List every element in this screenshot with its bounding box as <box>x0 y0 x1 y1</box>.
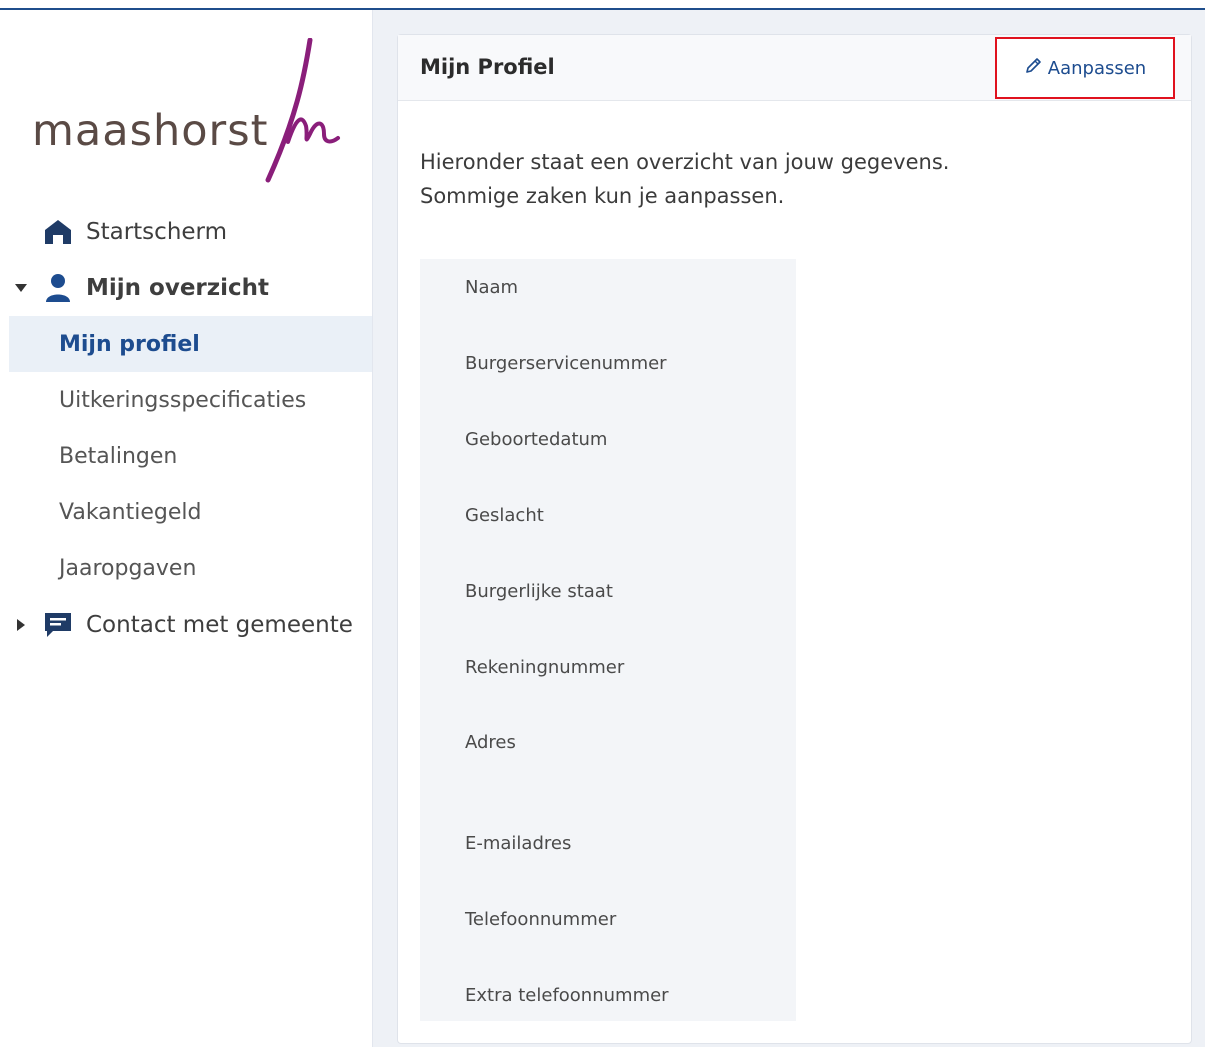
profile-card: Mijn Profiel Aanpassen Hieronder staat e… <box>397 34 1192 1044</box>
sidebar-item-label: Contact met gemeente <box>86 612 353 638</box>
maashorst-logo[interactable]: maashorst <box>32 38 352 188</box>
sidebar-item-vakantiegeld[interactable]: Vakantiegeld <box>9 484 372 540</box>
chat-icon <box>43 610 73 640</box>
field-label-geboortedatum: Geboortedatum <box>465 429 608 450</box>
edit-button-label: Aanpassen <box>1047 57 1147 79</box>
sidebar-item-label: Uitkeringsspecificaties <box>59 387 307 413</box>
sidebar-item-label: Jaaropgaven <box>59 555 197 581</box>
sidebar-item-startscherm[interactable]: Startscherm <box>0 204 372 260</box>
field-label-extra-telefoonnummer: Extra telefoonnummer <box>465 985 669 1006</box>
sidebar-item-uitkeringsspecificaties[interactable]: Uitkeringsspecificaties <box>9 372 372 428</box>
field-label-adres: Adres <box>465 732 516 753</box>
sidebar-item-contact-met-gemeente[interactable]: Contact met gemeente <box>0 597 372 653</box>
sidebar: maashorst Startscherm Mijn overzicht Mij… <box>0 10 372 1047</box>
sidebar-item-betalingen[interactable]: Betalingen <box>9 428 372 484</box>
field-label-telefoonnummer: Telefoonnummer <box>465 909 617 930</box>
field-label-burgerlijke-staat: Burgerlijke staat <box>465 581 613 602</box>
field-label-burgerservicenummer: Burgerservicenummer <box>465 353 667 374</box>
sidebar-item-label: Mijn overzicht <box>86 275 270 301</box>
sidebar-item-label: Vakantiegeld <box>59 499 202 525</box>
field-label-naam: Naam <box>465 277 519 298</box>
sidebar-item-label: Startscherm <box>86 219 227 245</box>
logo-text: maashorst <box>32 106 269 156</box>
profile-fields: Naam Burgerservicenummer Geboortedatum G… <box>420 259 796 1021</box>
intro-text: Hieronder staat een overzicht van jouw g… <box>420 145 1120 213</box>
top-bar <box>0 0 1205 10</box>
pencil-icon <box>1024 57 1042 80</box>
field-label-e-mailadres: E-mailadres <box>465 833 572 854</box>
caret-down-icon[interactable] <box>13 280 29 296</box>
person-icon <box>43 273 73 303</box>
field-label-rekeningnummer: Rekeningnummer <box>465 657 625 678</box>
sidebar-item-mijn-overzicht[interactable]: Mijn overzicht <box>0 260 372 316</box>
field-label-geslacht: Geslacht <box>465 505 544 526</box>
sidebar-item-label: Betalingen <box>59 443 178 469</box>
home-icon <box>43 217 73 247</box>
sidebar-item-label: Mijn profiel <box>59 331 200 357</box>
logo-mark-icon <box>265 38 340 183</box>
caret-right-icon[interactable] <box>13 617 29 633</box>
edit-button[interactable]: Aanpassen <box>995 37 1175 99</box>
card-header: Mijn Profiel Aanpassen <box>398 35 1191 101</box>
intro-line: Hieronder staat een overzicht van jouw g… <box>420 150 950 174</box>
main-content: Mijn Profiel Aanpassen Hieronder staat e… <box>372 10 1205 1047</box>
sidebar-item-mijn-profiel[interactable]: Mijn profiel <box>9 316 372 372</box>
page-title: Mijn Profiel <box>420 55 555 79</box>
intro-line: Sommige zaken kun je aanpassen. <box>420 184 785 208</box>
sidebar-item-jaaropgaven[interactable]: Jaaropgaven <box>9 540 372 596</box>
